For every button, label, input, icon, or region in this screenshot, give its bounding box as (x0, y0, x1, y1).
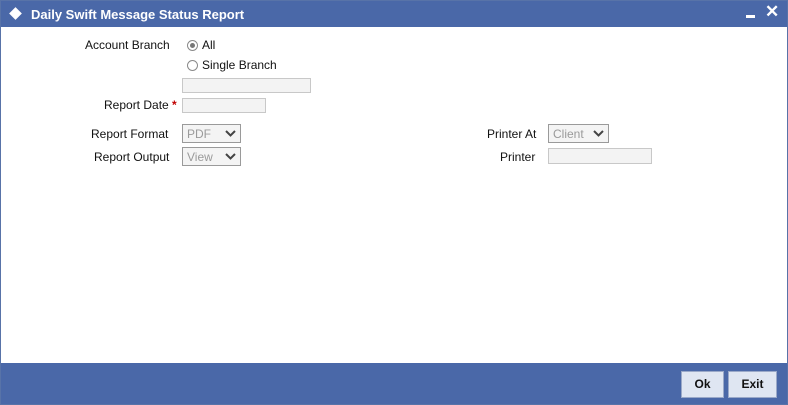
report-format-label: Report Format (91, 127, 169, 141)
exit-button[interactable]: Exit (728, 371, 777, 398)
printer-at-label: Printer At (487, 127, 537, 141)
printer-at-value: Client (553, 127, 584, 141)
report-output-value: View (187, 150, 213, 164)
printer-label: Printer (500, 150, 536, 164)
radio-single-branch[interactable] (187, 60, 198, 71)
radio-all[interactable] (187, 40, 198, 51)
footer-bar (1, 363, 787, 404)
report-window: Daily Swift Message Status Report ✕ Acco… (0, 0, 788, 405)
branch-code-field[interactable] (182, 78, 311, 93)
radio-single-branch-label: Single Branch (202, 58, 277, 72)
report-output-select[interactable]: View (182, 147, 241, 166)
required-marker: * (172, 98, 177, 112)
title-bar: Daily Swift Message Status Report ✕ (1, 1, 787, 27)
printer-field[interactable] (548, 148, 652, 164)
chevron-down-icon (593, 130, 604, 137)
chevron-down-icon (225, 130, 236, 137)
account-branch-label: Account Branch (85, 38, 170, 52)
window-diamond-icon (9, 7, 22, 20)
report-format-select[interactable]: PDF (182, 124, 241, 143)
ok-button[interactable]: Ok (681, 371, 724, 398)
report-format-value: PDF (187, 127, 211, 141)
report-date-label-text: Report Date (104, 98, 169, 112)
report-date-field[interactable] (182, 98, 266, 113)
radio-all-label: All (202, 38, 216, 52)
report-output-label: Report Output (94, 150, 170, 164)
close-icon[interactable]: ✕ (765, 2, 779, 22)
printer-at-select[interactable]: Client (548, 124, 609, 143)
window-title: Daily Swift Message Status Report (31, 7, 245, 22)
chevron-down-icon (225, 153, 236, 160)
report-date-label: Report Date * (104, 98, 177, 112)
minimize-icon[interactable] (746, 15, 755, 18)
